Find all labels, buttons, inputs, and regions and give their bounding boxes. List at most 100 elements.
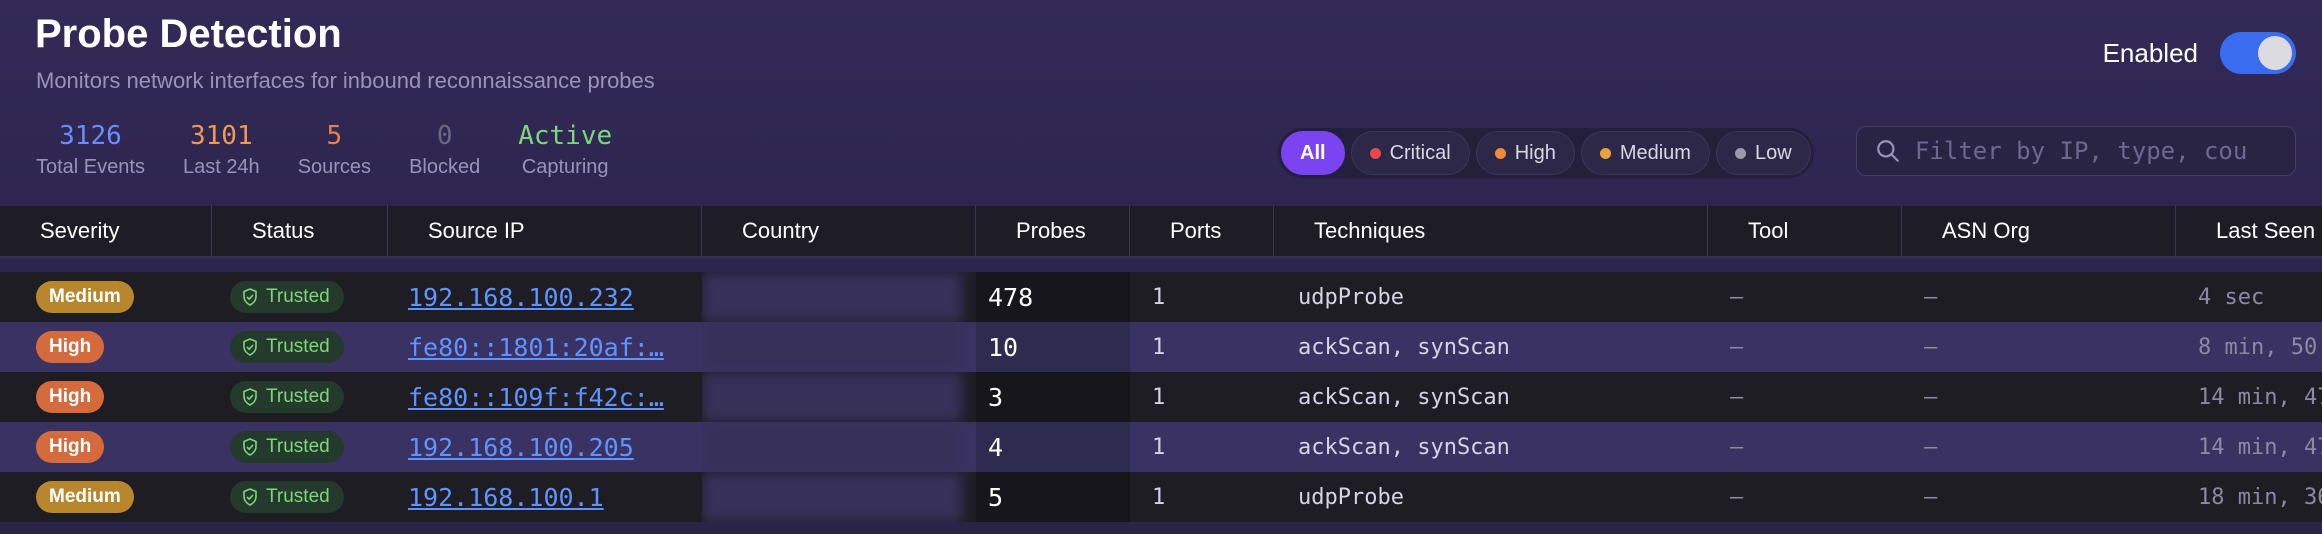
filter-critical[interactable]: Critical [1350, 131, 1470, 175]
last-seen-value: 18 min, 36 [2198, 484, 2322, 510]
country-cell [702, 372, 976, 422]
filter-label: High [1514, 141, 1556, 164]
filter-all[interactable]: All [1281, 131, 1345, 175]
col-techniques[interactable]: Techniques [1274, 205, 1708, 257]
techniques-value: ackScan, synScan [1298, 384, 1510, 410]
filter-label: All [1300, 141, 1326, 164]
col-country[interactable]: Country [702, 205, 976, 257]
country-cell [702, 272, 976, 322]
ip-cell: 192.168.100.232 [388, 272, 702, 322]
table-row[interactable]: High Trusted fe80::109f:f42c:… 3 1 ackSc… [0, 372, 2322, 422]
techniques-cell: udpProbe [1274, 472, 1708, 522]
table-row[interactable]: High Trusted 192.168.100.205 4 1 ackScan… [0, 422, 2322, 472]
last-seen-value: 8 min, 50 [2198, 334, 2318, 360]
probes-cell: 5 [976, 472, 1130, 522]
medium-dot-icon [1599, 147, 1611, 159]
tool-value: — [1730, 484, 1744, 510]
table-body: Medium Trusted 192.168.100.232 478 1 udp… [0, 272, 2322, 522]
tool-value: — [1730, 384, 1744, 410]
status-label: Trusted [266, 336, 330, 357]
country-redacted [702, 272, 962, 322]
ip-cell: fe80::1801:20af:… [388, 322, 702, 372]
stat-blocked: 0 Blocked [409, 120, 480, 179]
shield-check-icon [243, 288, 257, 306]
stat-capturing: Active Capturing [518, 120, 612, 179]
country-redacted [702, 322, 962, 372]
status-cell: Trusted [212, 372, 388, 422]
tool-cell: — [1708, 472, 1902, 522]
ports-cell: 1 [1130, 272, 1274, 322]
tool-value: — [1730, 334, 1744, 360]
severity-filter-group: All Critical High Medium Low [1278, 128, 1814, 178]
ports-value: 1 [1152, 284, 1166, 310]
col-tool[interactable]: Tool [1708, 205, 1902, 257]
last-seen-value: 4 sec [2198, 284, 2265, 310]
probes-cell: 4 [976, 422, 1130, 472]
ports-cell: 1 [1130, 422, 1274, 472]
ports-cell: 1 [1130, 322, 1274, 372]
techniques-value: ackScan, synScan [1298, 434, 1510, 460]
filter-search [1856, 126, 2296, 176]
col-asn-org[interactable]: ASN Org [1902, 205, 2176, 257]
filter-medium[interactable]: Medium [1580, 131, 1710, 175]
probes-value: 478 [988, 282, 1034, 312]
severity-badge: High [36, 431, 105, 463]
shield-check-icon [243, 388, 257, 406]
asn-value: — [1924, 384, 1938, 410]
source-ip-link[interactable]: 192.168.100.232 [408, 283, 634, 312]
critical-dot-icon [1369, 147, 1381, 159]
search-input[interactable] [1915, 137, 2275, 165]
asn-cell: — [1902, 272, 2176, 322]
severity-cell: Medium [0, 472, 212, 522]
probes-cell: 10 [976, 322, 1130, 372]
page-title: Probe Detection [35, 12, 342, 56]
ip-cell: fe80::109f:f42c:… [388, 372, 702, 422]
filter-low[interactable]: Low [1715, 131, 1811, 175]
enabled-toggle-group: Enabled [2103, 32, 2296, 74]
col-status[interactable]: Status [212, 205, 388, 257]
stat-sources: 5 Sources [298, 120, 371, 179]
source-ip-link[interactable]: 192.168.100.205 [408, 433, 634, 462]
source-ip-link[interactable]: fe80::109f:f42c:… [408, 383, 664, 412]
status-label: Trusted [266, 486, 330, 507]
table-row[interactable]: Medium Trusted 192.168.100.232 478 1 udp… [0, 272, 2322, 322]
severity-badge: Medium [36, 281, 134, 313]
col-source-ip[interactable]: Source IP [388, 205, 702, 257]
severity-badge: High [36, 331, 105, 363]
last-seen-cell: 18 min, 36 [2176, 472, 2322, 522]
low-dot-icon [1734, 147, 1746, 159]
country-cell [702, 472, 976, 522]
filter-high[interactable]: High [1475, 131, 1575, 175]
ip-cell: 192.168.100.205 [388, 422, 702, 472]
ip-cell: 192.168.100.1 [388, 472, 702, 522]
stat-label: Capturing [521, 156, 609, 178]
panel-header: Probe Detection Monitors network interfa… [0, 0, 2322, 204]
ports-value: 1 [1152, 484, 1166, 510]
enabled-toggle[interactable] [2220, 32, 2296, 74]
table-row[interactable]: High Trusted fe80::1801:20af:… 10 1 ackS… [0, 322, 2322, 372]
status-label: Trusted [266, 436, 330, 457]
source-ip-link[interactable]: 192.168.100.1 [408, 483, 604, 512]
toggle-label: Enabled [2102, 37, 2198, 68]
col-severity[interactable]: Severity [0, 205, 212, 257]
stat-label: Last 24h [182, 156, 260, 178]
asn-value: — [1924, 484, 1938, 510]
col-last-seen[interactable]: Last Seen [2176, 205, 2322, 257]
source-ip-link[interactable]: fe80::1801:20af:… [408, 333, 664, 362]
stat-value: 3101 [190, 121, 253, 151]
probes-value: 4 [988, 432, 1004, 462]
last-seen-cell: 4 sec [2176, 272, 2322, 322]
tool-cell: — [1708, 372, 1902, 422]
status-label: Trusted [266, 386, 330, 407]
filter-label: Medium [1619, 141, 1691, 164]
probes-value: 10 [988, 332, 1019, 362]
table-row[interactable]: Medium Trusted 192.168.100.1 5 1 udpProb… [0, 472, 2322, 522]
col-ports[interactable]: Ports [1130, 205, 1274, 257]
status-badge: Trusted [230, 331, 344, 363]
severity-badge: Medium [36, 481, 134, 513]
severity-cell: High [0, 372, 212, 422]
probes-value: 5 [988, 482, 1004, 512]
last-seen-value: 14 min, 47 [2198, 384, 2322, 410]
col-probes[interactable]: Probes [976, 205, 1130, 257]
status-label: Trusted [266, 286, 330, 307]
